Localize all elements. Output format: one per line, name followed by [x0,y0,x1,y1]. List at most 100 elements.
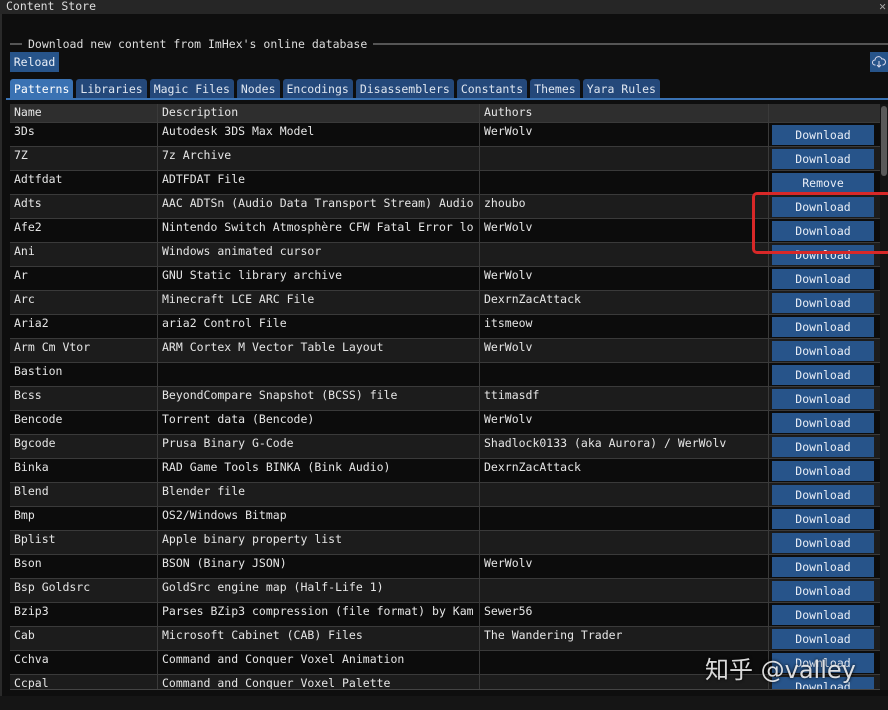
table-row: Bson BSON (Binary JSON) WerWolv Download [10,555,880,579]
remove-button[interactable]: Remove [772,173,874,193]
cell-name: Bgcode [10,435,158,458]
cell-action: Download [769,579,880,602]
cell-authors [480,363,769,386]
column-header-name[interactable]: Name [10,104,158,122]
table-row: Binka RAD Game Tools BINKA (Bink Audio) De… [10,459,880,483]
download-button[interactable]: Download [772,437,874,457]
cell-action: Download [769,627,880,650]
cell-description: RAD Game Tools BINKA (Bink Audio) [158,459,480,482]
cell-action: Download [769,507,880,530]
cell-action: Download [769,603,880,626]
tab-yara-rules[interactable]: Yara Rules [582,79,660,99]
cloud-download-button[interactable] [870,52,888,72]
cell-name: Adtfdat [10,171,158,194]
download-button[interactable]: Download [772,365,874,385]
cell-name: Cchva [10,651,158,674]
table-row: Adts AAC ADTSn (Audio Data Transport Stre… [10,195,880,219]
cell-description: Apple binary property list [158,531,480,554]
cell-description: AAC ADTSn (Audio Data Transport Stream) … [158,195,480,218]
cell-action: Download [769,267,880,290]
cell-description [158,363,480,386]
cell-name: Bsp Goldsrc [10,579,158,602]
cell-authors [480,579,769,602]
download-button[interactable]: Download [772,581,874,601]
cell-action: Download [769,291,880,314]
cloud-download-icon [872,56,886,68]
cell-action: Download [769,339,880,362]
cell-name: Binka [10,459,158,482]
cell-action: Download [769,315,880,338]
cell-name: 7Z [10,147,158,170]
download-button[interactable]: Download [772,341,874,361]
cell-name: Bplist [10,531,158,554]
download-button[interactable]: Download [772,389,874,409]
cell-description: ADTFDAT File [158,171,480,194]
tab-disassemblers[interactable]: Disassemblers [355,79,454,99]
column-header-description[interactable]: Description [158,104,480,122]
download-button[interactable]: Download [772,317,874,337]
cell-authors [480,147,769,170]
tab-libraries[interactable]: Libraries [76,79,147,99]
cell-authors: itsmeow [480,315,769,338]
cell-authors: ttimasdf [480,387,769,410]
section-separator: Download new content from ImHex's online… [10,36,888,52]
download-button[interactable]: Download [772,557,874,577]
table-row: Bmp OS2/Windows Bitmap Download [10,507,880,531]
cell-name: Adts [10,195,158,218]
reload-button[interactable]: Reload [10,52,59,72]
section-label: Download new content from ImHex's online… [28,37,368,51]
close-icon[interactable]: ✕ [879,0,886,13]
scrollbar-thumb[interactable] [881,106,887,176]
cell-action: Download [769,435,880,458]
download-button[interactable]: Download [772,125,874,145]
download-button[interactable]: Download [772,461,874,481]
download-button[interactable]: Download [772,293,874,313]
cell-action: Download [769,483,880,506]
cell-name: Blend [10,483,158,506]
cell-name: Afe2 [10,219,158,242]
cell-name: Ar [10,267,158,290]
table-row: Cab Microsoft Cabinet (CAB) Files The Wand… [10,627,880,651]
table-row: Blend Blender file Download [10,483,880,507]
cell-authors: WerWolv [480,339,769,362]
download-button[interactable]: Download [772,413,874,433]
cell-authors: WerWolv [480,555,769,578]
tab-themes[interactable]: Themes [530,79,580,99]
cell-description: OS2/Windows Bitmap [158,507,480,530]
download-button[interactable]: Download [772,629,874,649]
download-button[interactable]: Download [772,509,874,529]
cell-authors: WerWolv [480,267,769,290]
table-row: Adtfdat ADTFDAT File Remove [10,171,880,195]
tab-magic-files[interactable]: Magic Files [149,79,234,99]
tab-encodings[interactable]: Encodings [282,79,353,99]
download-button[interactable]: Download [772,605,874,625]
tab-patterns[interactable]: Patterns [10,79,74,99]
cell-description: Autodesk 3DS Max Model [158,123,480,146]
cell-name: 3Ds [10,123,158,146]
table-row: Afe2 Nintendo Switch Atmosphère CFW Fatal… [10,219,880,243]
cell-description: Microsoft Cabinet (CAB) Files [158,627,480,650]
cell-description: Command and Conquer Voxel Animation [158,651,480,674]
cell-authors: WerWolv [480,123,769,146]
cell-name: Bmp [10,507,158,530]
cell-action: Download [769,123,880,146]
cell-description: GNU Static library archive [158,267,480,290]
download-button[interactable]: Download [772,269,874,289]
cell-name: Bencode [10,411,158,434]
table-row: Ar GNU Static library archive WerWolv Downl… [10,267,880,291]
bottom-bar [0,696,888,710]
tab-nodes[interactable]: Nodes [236,79,280,99]
tab-constants[interactable]: Constants [456,79,528,99]
cell-authors: The Wandering Trader [480,627,769,650]
download-button[interactable]: Download [772,533,874,553]
download-button[interactable]: Download [772,149,874,169]
column-header-authors[interactable]: Authors [480,104,769,122]
cell-name: Aria2 [10,315,158,338]
window-titlebar: Content Store ✕ [0,0,888,14]
category-tabs: Patterns Libraries Magic Files Nodes Encodin… [10,79,660,99]
cell-name: Bson [10,555,158,578]
cell-authors: DexrnZacAttack [480,459,769,482]
cell-name: Bzip3 [10,603,158,626]
download-button[interactable]: Download [772,485,874,505]
cell-description: Blender file [158,483,480,506]
